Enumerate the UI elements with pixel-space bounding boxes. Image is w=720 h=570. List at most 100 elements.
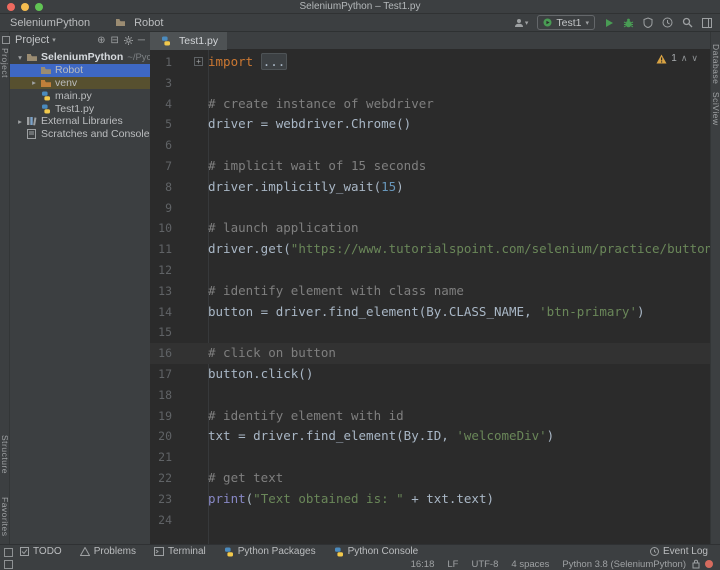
run-configuration-select[interactable]: Test1 ▾: [537, 15, 595, 30]
line-number[interactable]: 4: [150, 94, 172, 115]
tool-window-button-problems[interactable]: Problems: [80, 546, 136, 557]
tool-window-button-terminal[interactable]: Terminal: [154, 546, 206, 557]
code-line-19[interactable]: 19# identify element with id: [150, 406, 710, 427]
tree-item-scratches-and-consoles[interactable]: Scratches and Consoles: [10, 128, 150, 141]
code-line-14[interactable]: 14button = driver.find_element(By.CLASS_…: [150, 302, 710, 323]
line-number[interactable]: 18: [150, 385, 172, 406]
prev-problem-icon[interactable]: ∧: [681, 53, 688, 64]
status-item[interactable]: 16:18: [411, 559, 435, 570]
locate-icon[interactable]: ⊕: [97, 35, 105, 46]
line-number[interactable]: 14: [150, 302, 172, 323]
tool-windows-icon[interactable]: [2, 36, 10, 44]
tool-stripe-sciview-button[interactable]: SciView: [711, 92, 720, 126]
minimize-window-button[interactable]: [21, 3, 29, 11]
collapse-all-icon[interactable]: ⊟: [111, 35, 119, 46]
editor[interactable]: 1+import ...34# create instance of webdr…: [150, 50, 710, 544]
chevron-icon[interactable]: ▾: [15, 53, 25, 62]
project-name-button[interactable]: SeleniumPython: [10, 17, 90, 29]
code-line-10[interactable]: 10# launch application: [150, 218, 710, 239]
tab-test1-py[interactable]: Test1.py: [150, 32, 227, 50]
line-number[interactable]: 12: [150, 260, 172, 281]
code-line-7[interactable]: 7# implicit wait of 15 seconds: [150, 156, 710, 177]
code-line-17[interactable]: 17button.click(): [150, 364, 710, 385]
code-line-12[interactable]: 12: [150, 260, 710, 281]
line-number[interactable]: 10: [150, 218, 172, 239]
close-window-button[interactable]: [7, 3, 15, 11]
chevron-icon[interactable]: ▸: [29, 78, 39, 87]
status-item[interactable]: LF: [447, 559, 458, 570]
code-line-11[interactable]: 11driver.get("https://www.tutorialspoint…: [150, 239, 710, 260]
coverage-button[interactable]: [643, 17, 653, 28]
line-number[interactable]: 5: [150, 114, 172, 135]
tool-stripe-project-button[interactable]: Project: [0, 48, 10, 78]
code-line-6[interactable]: 6: [150, 135, 710, 156]
tool-window-switcher-icon[interactable]: [4, 548, 13, 557]
line-number[interactable]: 8: [150, 177, 172, 198]
line-number[interactable]: 16: [150, 343, 172, 364]
tool-window-button-python-packages[interactable]: Python Packages: [224, 546, 316, 557]
line-number[interactable]: 23: [150, 489, 172, 510]
settings-icon[interactable]: [124, 36, 133, 45]
layout-settings-button[interactable]: [702, 18, 712, 28]
code-line-1[interactable]: 1+import ...: [150, 52, 710, 73]
code-line-9[interactable]: 9: [150, 198, 710, 219]
code-line-13[interactable]: 13# identify element with class name: [150, 281, 710, 302]
debug-button[interactable]: [623, 18, 634, 28]
code-line-15[interactable]: 15: [150, 322, 710, 343]
status-item[interactable]: 4 spaces: [511, 559, 549, 570]
code-line-18[interactable]: 18: [150, 385, 710, 406]
project-view-select[interactable]: Project: [15, 34, 49, 46]
profiler-button[interactable]: [662, 17, 673, 28]
line-number[interactable]: 22: [150, 468, 172, 489]
fold-expand-icon[interactable]: +: [194, 57, 203, 66]
code-line-4[interactable]: 4# create instance of webdriver: [150, 94, 710, 115]
code-line-20[interactable]: 20txt = driver.find_element(By.ID, 'welc…: [150, 426, 710, 447]
line-number[interactable]: 15: [150, 322, 172, 343]
line-number[interactable]: 1: [150, 52, 172, 73]
tool-stripe-database-button[interactable]: Database: [711, 44, 720, 84]
line-number[interactable]: 24: [150, 510, 172, 531]
hide-icon[interactable]: ─: [138, 35, 145, 46]
module-breadcrumb[interactable]: Robot: [114, 17, 163, 29]
status-item[interactable]: Python 3.8 (SeleniumPython): [562, 559, 686, 570]
tool-stripe-favorites-button[interactable]: Favorites: [0, 497, 10, 536]
code-line-3[interactable]: 3: [150, 73, 710, 94]
code-line-16[interactable]: 16# click on button: [150, 343, 710, 364]
user-icon[interactable]: ▾: [514, 18, 529, 28]
line-number[interactable]: 13: [150, 281, 172, 302]
line-number[interactable]: 7: [150, 156, 172, 177]
tool-stripe-structure-button[interactable]: Structure: [0, 435, 10, 474]
run-button[interactable]: [604, 18, 614, 28]
tree-item-test1-py[interactable]: Test1.py: [10, 102, 150, 115]
code-line-21[interactable]: 21: [150, 447, 710, 468]
event-log-button[interactable]: Event Log: [650, 545, 708, 558]
line-number[interactable]: 3: [150, 73, 172, 94]
line-number[interactable]: 19: [150, 406, 172, 427]
line-number[interactable]: 20: [150, 426, 172, 447]
inspections-widget[interactable]: 1 ∧ ∨: [656, 53, 698, 64]
tool-window-button-todo[interactable]: TODO: [20, 546, 62, 557]
tree-item-seleniumpython[interactable]: ▾SeleniumPython~/PycharmPro...: [10, 51, 150, 64]
tree-item-venv[interactable]: ▸venv: [10, 77, 150, 90]
code-line-24[interactable]: 24: [150, 510, 710, 531]
code-line-23[interactable]: 23print("Text obtained is: " + txt.text): [150, 489, 710, 510]
tree-item-main-py[interactable]: main.py: [10, 89, 150, 102]
status-item[interactable]: UTF-8: [471, 559, 498, 570]
tree-item-external-libraries[interactable]: ▸External Libraries: [10, 115, 150, 128]
status-left-icon[interactable]: [4, 560, 13, 569]
chevron-icon[interactable]: ▸: [15, 117, 25, 126]
notification-dot[interactable]: [705, 560, 713, 568]
line-number[interactable]: 21: [150, 447, 172, 468]
lock-icon[interactable]: [692, 559, 700, 569]
line-number[interactable]: 6: [150, 135, 172, 156]
line-number[interactable]: 17: [150, 364, 172, 385]
line-number[interactable]: 9: [150, 198, 172, 219]
code-line-8[interactable]: 8driver.implicitly_wait(15): [150, 177, 710, 198]
tool-window-button-python-console[interactable]: Python Console: [334, 546, 419, 557]
code-line-22[interactable]: 22# get text: [150, 468, 710, 489]
zoom-window-button[interactable]: [35, 3, 43, 11]
tree-item-robot[interactable]: Robot: [10, 64, 150, 77]
next-problem-icon[interactable]: ∨: [691, 53, 698, 64]
search-everywhere-button[interactable]: [682, 17, 693, 28]
line-number[interactable]: 11: [150, 239, 172, 260]
